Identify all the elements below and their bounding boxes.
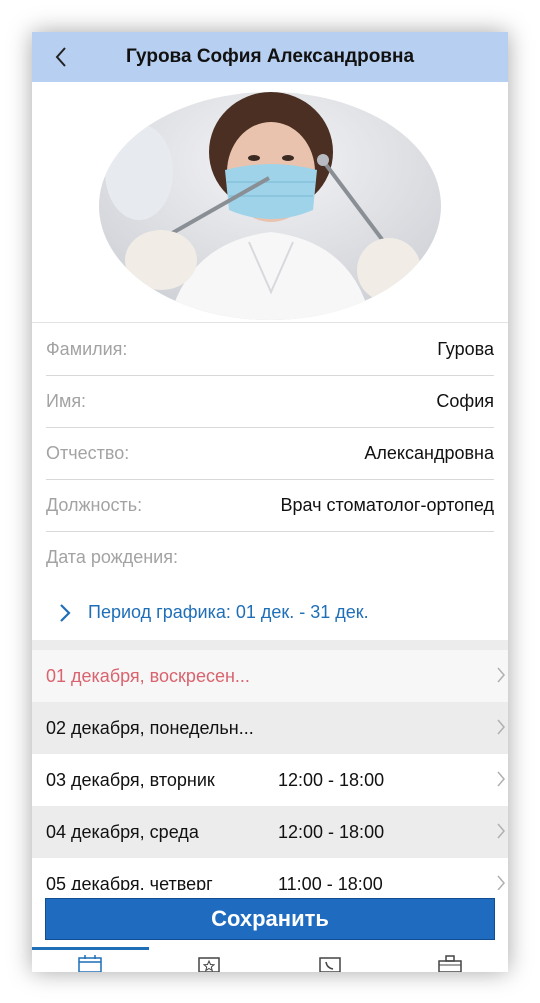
chevron-left-icon <box>55 47 66 67</box>
chevron-right-icon <box>497 719 505 735</box>
bottom-nav <box>32 947 508 972</box>
briefcase-icon[interactable] <box>437 955 463 972</box>
schedule-period-toggle[interactable]: Период графика: 01 дек. - 31 дек. <box>32 585 508 640</box>
field-label: Фамилия: <box>46 338 128 359</box>
schedule-row[interactable]: 03 декабря, вторник 12:00 - 18:00 <box>32 754 508 807</box>
chevron-right-icon <box>497 875 505 890</box>
field-patronymic: Отчество: Александровна <box>46 427 494 480</box>
schedule-row[interactable]: 02 декабря, понедельн... <box>32 702 508 755</box>
active-tab-indicator <box>32 947 149 950</box>
chevron-right-icon <box>497 823 505 839</box>
schedule-day: 03 декабря, вторник <box>46 769 215 790</box>
field-label: Должность: <box>46 494 143 515</box>
schedule-day: 02 декабря, понедельн... <box>46 717 254 738</box>
schedule-time: 12:00 - 18:00 <box>278 769 385 790</box>
schedule-list: 01 декабря, воскресен... 02 декабря, пон… <box>32 650 508 890</box>
field-value: Гурова <box>437 338 494 359</box>
app-screen: Гурова София Александровна Фамилия: Гуро… <box>32 32 508 972</box>
phone-book-icon[interactable] <box>317 955 343 972</box>
schedule-day: 01 декабря, воскресен... <box>46 665 250 686</box>
star-icon[interactable] <box>196 955 222 972</box>
photo-area <box>32 82 508 322</box>
back-button[interactable] <box>46 42 76 72</box>
field-name: Имя: София <box>46 375 494 428</box>
doctor-photo <box>99 92 441 320</box>
calendar-icon[interactable] <box>77 955 103 972</box>
chevron-right-icon <box>497 771 505 787</box>
schedule-row[interactable]: 05 декабря, четверг 11:00 - 18:00 <box>32 858 508 890</box>
field-surname: Фамилия: Гурова <box>46 323 494 376</box>
period-label: Период графика: 01 дек. - 31 дек. <box>88 602 369 622</box>
field-position: Должность: Врач стоматолог-ортопед <box>46 479 494 532</box>
save-button[interactable]: Сохранить <box>45 898 495 940</box>
chevron-right-icon <box>60 603 71 622</box>
schedule-row[interactable]: 01 декабря, воскресен... <box>32 650 508 703</box>
field-label: Отчество: <box>46 442 130 463</box>
schedule-day: 04 декабря, среда <box>46 821 199 842</box>
field-value: София <box>436 390 494 411</box>
field-label: Имя: <box>46 390 87 411</box>
field-value: Врач стоматолог-ортопед <box>280 494 494 515</box>
field-label: Дата рождения: <box>46 546 178 567</box>
profile-fields: Фамилия: Гурова Имя: София Отчество: Але… <box>32 322 508 586</box>
chevron-right-icon <box>497 667 505 683</box>
field-birthdate: Дата рождения: <box>46 531 494 583</box>
schedule-row[interactable]: 04 декабря, среда 12:00 - 18:00 <box>32 806 508 859</box>
schedule-time: 12:00 - 18:00 <box>278 821 385 842</box>
schedule-day: 05 декабря, четверг <box>46 873 213 891</box>
schedule-time: 11:00 - 18:00 <box>278 873 383 891</box>
divider <box>32 640 508 650</box>
page-title: Гурова София Александровна <box>125 46 415 67</box>
top-bar: Гурова София Александровна <box>32 32 508 82</box>
field-value: Александровна <box>364 442 494 463</box>
